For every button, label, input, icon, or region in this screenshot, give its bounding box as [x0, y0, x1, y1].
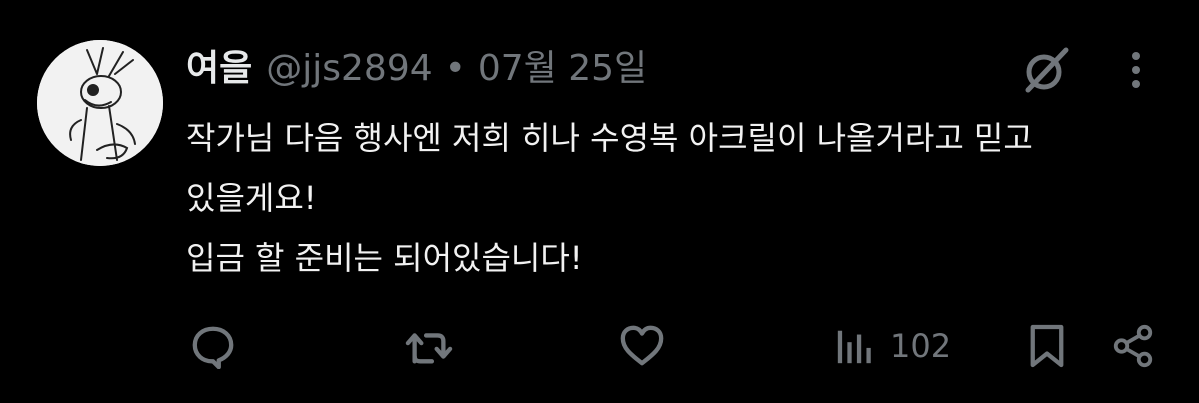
- more-vertical-icon[interactable]: [1116, 48, 1156, 94]
- like-button[interactable]: [619, 322, 665, 370]
- tweet-line: 입금 할 준비는 되어있습니다!: [186, 239, 583, 277]
- views-count: 102: [890, 327, 952, 365]
- author-handle[interactable]: @jjs2894: [266, 46, 432, 92]
- avatar-image: [37, 40, 163, 166]
- retweet-icon: [405, 333, 453, 364]
- retweet-button[interactable]: [404, 322, 454, 370]
- reply-icon: [192, 326, 234, 369]
- tweet-text: 작가님 다음 행사엔 저희 히나 수영복 아크릴이 나올거라고 믿고 있을게요!…: [186, 108, 1086, 288]
- views-bar-chart-icon: [837, 330, 871, 364]
- bookmark-button[interactable]: [1028, 322, 1066, 370]
- grok-icon[interactable]: [1020, 44, 1072, 96]
- heart-icon: [620, 325, 664, 366]
- share-icon: [1113, 324, 1153, 368]
- tweet-line: 있을게요!: [186, 179, 317, 217]
- action-bar: 102: [0, 318, 1199, 374]
- share-button[interactable]: [1110, 322, 1156, 370]
- reply-button[interactable]: [190, 322, 236, 370]
- tweet-date[interactable]: 07월 25일: [478, 46, 647, 92]
- views-button[interactable]: 102: [834, 322, 951, 370]
- author-name[interactable]: 여을: [186, 46, 252, 92]
- avatar[interactable]: [37, 40, 163, 166]
- tweet-header: 여을 @jjs2894 • 07월 25일: [186, 46, 647, 92]
- header-separator: •: [444, 48, 466, 89]
- bookmark-icon: [1030, 324, 1064, 368]
- tweet-line: 작가님 다음 행사엔 저희 히나 수영복 아크릴이 나올거라고 믿고: [186, 119, 1033, 157]
